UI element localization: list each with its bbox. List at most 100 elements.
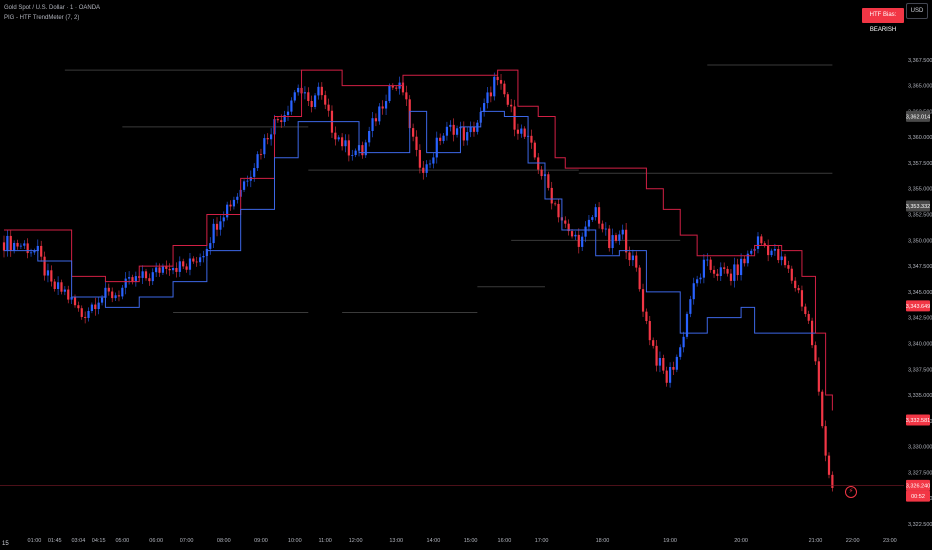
candle-body <box>185 266 188 270</box>
candle-body <box>787 265 790 269</box>
candle-body <box>804 306 807 315</box>
y-tick-label: 3,357.500 <box>908 161 932 167</box>
candle-body <box>117 295 121 297</box>
candle-body <box>418 149 421 168</box>
replay-icon[interactable]: ⚡ <box>845 486 857 498</box>
price-chart[interactable]: 3,367.5003,365.0003,362.5003,360.0003,35… <box>0 0 932 550</box>
candle-body <box>564 220 567 224</box>
candle-body <box>790 268 793 281</box>
candle-body <box>368 130 371 143</box>
price-label-text: 3,362.014 <box>906 114 930 120</box>
candle-body <box>587 219 591 227</box>
x-tick-label: 17:00 <box>535 538 549 544</box>
y-tick-label: 3,365.000 <box>908 84 932 90</box>
candle-body <box>317 86 320 96</box>
candle-body <box>144 271 148 279</box>
candle-body <box>266 138 269 140</box>
time-axis[interactable]: 01:00 01:45 03:04 04:15 05:00 06:00 07:00 08:00… <box>28 538 897 544</box>
x-tick-label: 10:00 <box>288 538 302 544</box>
candle-body <box>581 236 584 247</box>
candle-body <box>428 163 432 165</box>
candle-body <box>111 291 114 299</box>
candle-body <box>520 128 523 134</box>
candle-body <box>384 101 388 109</box>
candle-body <box>662 358 665 371</box>
candle-body <box>43 256 46 276</box>
candle-body <box>270 134 273 140</box>
candle-body <box>672 367 675 370</box>
candle-body <box>128 277 131 279</box>
candle-body <box>374 118 378 122</box>
candle-body <box>73 297 77 306</box>
candle-body <box>63 289 66 292</box>
candle-body <box>554 203 557 205</box>
candle-body <box>665 370 668 383</box>
price-axis[interactable]: 3,367.5003,365.0003,362.5003,360.0003,35… <box>908 58 932 528</box>
candle-body <box>84 316 87 318</box>
candle-body <box>780 256 783 261</box>
price-label-text: 3,326.240 <box>906 483 930 489</box>
y-tick-label: 3,342.500 <box>908 316 932 322</box>
x-tick-label: 13:00 <box>389 538 403 544</box>
candle-body <box>635 255 638 268</box>
candle-body <box>645 311 648 322</box>
candle-body <box>432 157 435 164</box>
candle-body <box>209 243 212 249</box>
candle-body <box>597 207 601 224</box>
candle-body <box>313 95 317 107</box>
x-tick-label: 08:00 <box>217 538 231 544</box>
candle-body <box>425 164 428 173</box>
candle-body <box>168 268 171 271</box>
candle-body <box>712 269 716 274</box>
candle-body <box>395 87 398 89</box>
candle-body <box>53 281 56 289</box>
x-tick-label: 06:00 <box>149 538 163 544</box>
candle-body <box>455 128 459 135</box>
candle-body <box>682 336 685 348</box>
candle-body <box>67 289 70 300</box>
candle-body <box>351 155 354 156</box>
candle-body <box>540 169 543 177</box>
candle-body <box>246 180 249 182</box>
x-tick-label: 03:04 <box>72 538 86 544</box>
currency-button[interactable]: USD <box>906 3 928 19</box>
candle-body <box>178 261 181 272</box>
candle-body <box>442 135 445 141</box>
candle-body <box>668 367 672 383</box>
candle-body <box>756 236 760 249</box>
candle-body <box>158 267 161 273</box>
candle-body <box>783 256 787 266</box>
candle-body <box>655 345 658 366</box>
candle-body <box>87 310 90 318</box>
candle-body <box>608 228 611 249</box>
y-tick-label: 3,340.000 <box>908 341 932 347</box>
candle-body <box>807 314 810 321</box>
candle-body <box>604 228 607 230</box>
candle-body <box>195 261 198 263</box>
candle-body <box>182 261 185 267</box>
indicator-title: PIG - HTF TrendMeter (7, 2) <box>4 15 80 21</box>
candle-body <box>641 289 645 312</box>
y-tick-label: 3,355.000 <box>908 187 932 193</box>
candle-body <box>723 267 726 269</box>
candle-body <box>499 80 503 84</box>
candle-body <box>493 76 496 97</box>
candle-body <box>100 297 104 303</box>
candle-body <box>729 273 733 281</box>
candle-body <box>743 258 746 264</box>
candle-body <box>324 95 327 105</box>
candle-body <box>618 234 621 241</box>
candle-body <box>2 242 6 251</box>
symbol-title: Gold Spot / U.S. Dollar · 1 · OANDA <box>4 5 101 11</box>
candle-body <box>141 271 144 278</box>
candle-body <box>97 302 100 310</box>
candle-body <box>16 242 19 247</box>
candle-body <box>263 138 266 155</box>
candle-body <box>773 248 776 251</box>
candle-body <box>625 229 628 253</box>
candle-body <box>770 250 773 256</box>
x-tick-label: 01:00 <box>28 538 42 544</box>
candle-body <box>814 345 817 362</box>
candle-body <box>286 111 290 116</box>
x-tick-label: 09:00 <box>254 538 268 544</box>
